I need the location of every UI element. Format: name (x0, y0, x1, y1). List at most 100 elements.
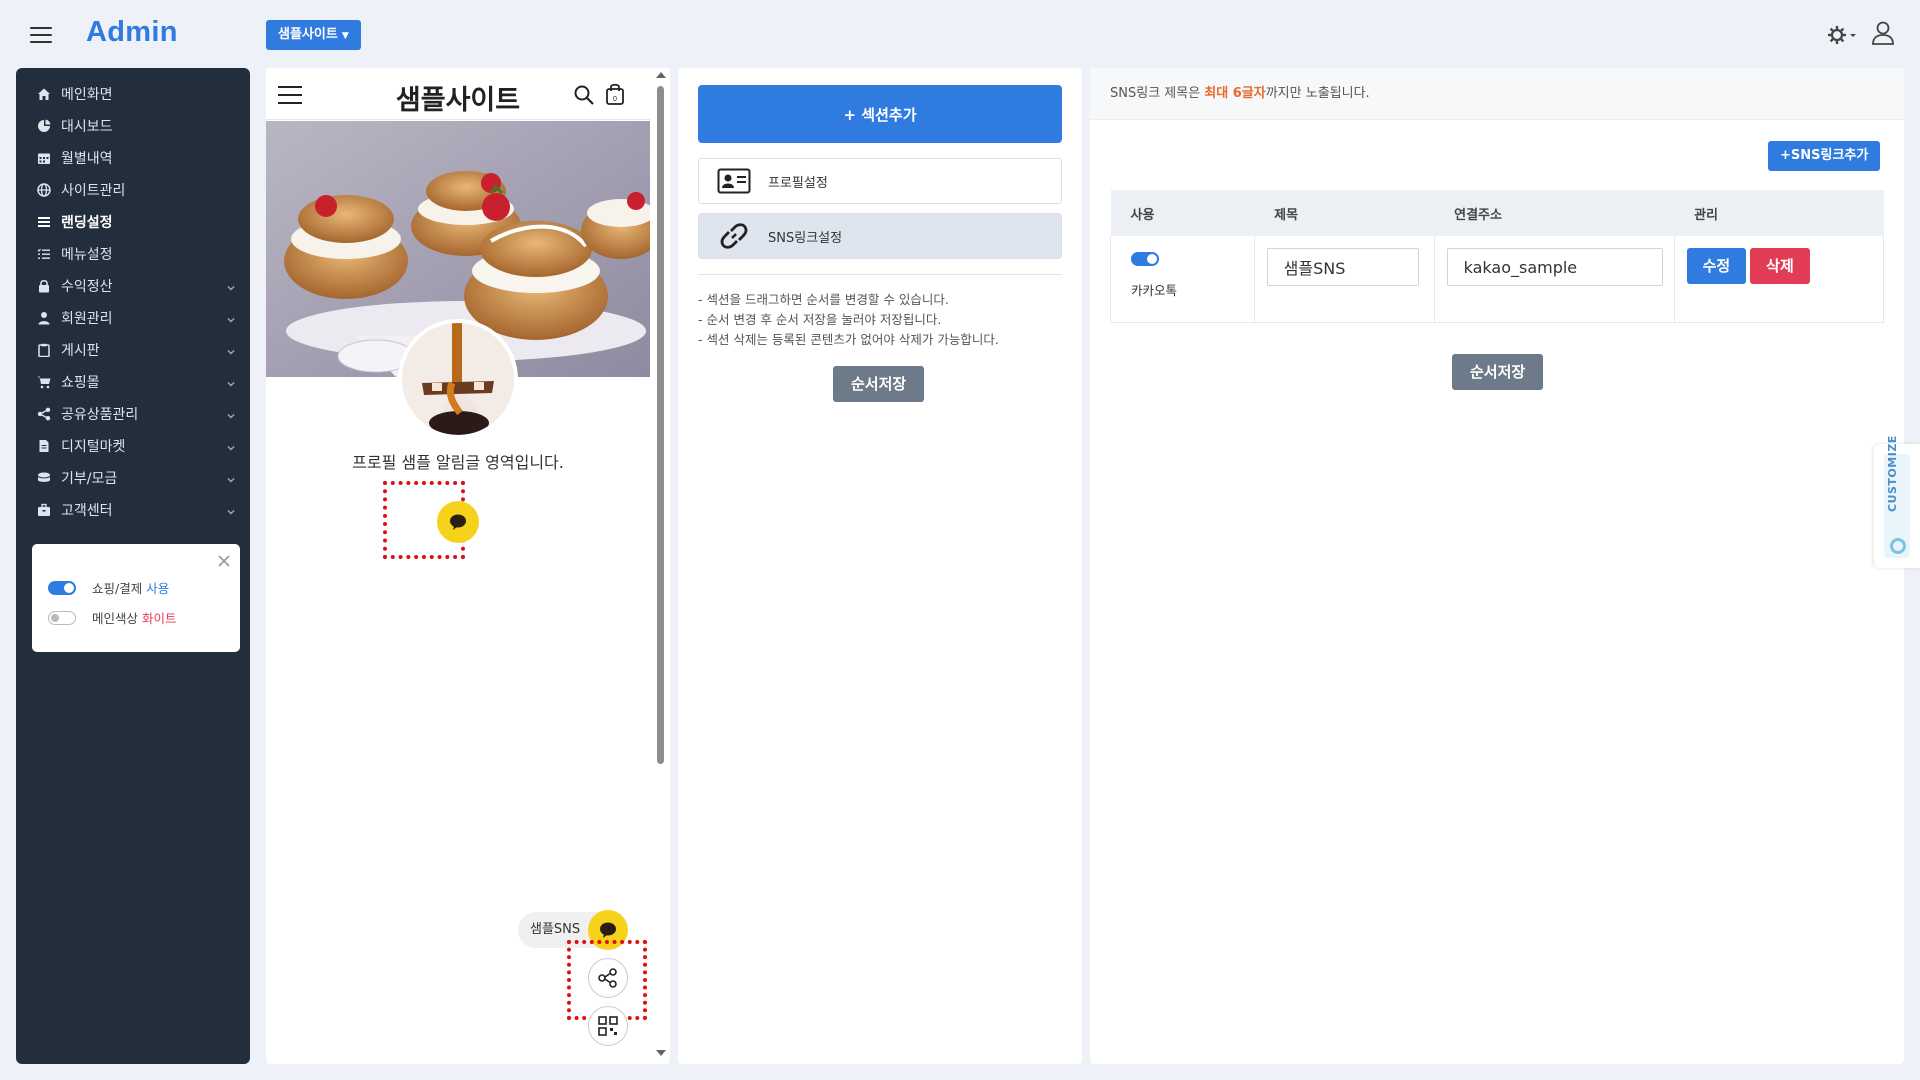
mobile-preview-panel[interactable]: 샘플사이트 0 프로필 샘플 알림글 영역입니다. 샘플SNS (266, 68, 670, 1064)
sidebar-item-12[interactable]: 디지털마켓 (16, 430, 250, 462)
main-color-toggle[interactable] (48, 610, 76, 625)
scroll-up-arrow-icon[interactable] (656, 72, 666, 78)
sidebar-item-label: 월별내역 (61, 151, 113, 167)
sidebar-item-11[interactable]: 공유상품관리 (16, 398, 250, 430)
sns-url-input[interactable] (1446, 248, 1663, 286)
theme-settings-gear-icon[interactable] (1826, 23, 1858, 47)
sidebar-item-label: 메인화면 (61, 87, 113, 103)
profile-description: 프로필 샘플 알림글 영역입니다. (352, 453, 564, 472)
table-header-row: 사용 제목 연결주소 관리 (1110, 190, 1884, 236)
sidebar-item-label: 대시보드 (61, 119, 113, 135)
section-help-notes: - 섹션을 드래그하면 순서를 변경할 수 있습니다. - 순서 변경 후 순서… (698, 290, 999, 350)
sidebar: 메인화면대시보드월별내역사이트관리랜딩설정메뉴설정수익정산회원관리게시판 쇼핑몰공… (16, 68, 250, 1064)
sidebar-item-label: 고객센터 (61, 503, 113, 519)
briefcase-icon (36, 502, 52, 518)
profile-avatar (398, 319, 518, 439)
sidebar-item-label: 회원관리 (61, 311, 113, 327)
sidebar-item-6[interactable]: 메뉴설정 (16, 238, 250, 270)
search-icon[interactable] (573, 84, 595, 106)
edit-button[interactable]: 수정 (1686, 248, 1747, 284)
chevron-down-icon (226, 281, 236, 291)
section-item-label: SNS링크설정 (768, 230, 843, 246)
sidebar-item-1[interactable]: 메인화면 (16, 78, 250, 110)
shopping-payment-label: 쇼핑/결제 (92, 581, 143, 596)
home-icon (36, 86, 52, 102)
help-note: - 섹션 삭제는 등록된 콘텐츠가 없어야 삭제가 가능합니다. (698, 332, 999, 347)
sidebar-item-4[interactable]: 사이트관리 (16, 174, 250, 206)
add-section-button[interactable]: + 섹션추가 (698, 85, 1062, 143)
chevron-down-icon (226, 313, 236, 323)
list-icon (36, 214, 52, 230)
sidebar-item-2[interactable]: 대시보드 (16, 110, 250, 142)
sidebar-item-label: 수익정산 (61, 279, 113, 295)
sidebar-item-10[interactable]: 쇼핑몰 (16, 366, 250, 398)
column-header-title: 제목 (1254, 190, 1435, 236)
pie-chart-icon (36, 118, 52, 134)
sidebar-item-7[interactable]: 수익정산 (16, 270, 250, 302)
save-sns-order-button[interactable]: 순서저장 (1452, 354, 1544, 390)
help-note: - 순서 변경 후 순서 저장을 눌러야 저장됩니다. (698, 312, 942, 327)
customize-circle-icon (1890, 538, 1906, 554)
sidebar-item-8[interactable]: 회원관리 (16, 302, 250, 334)
save-section-order-button[interactable]: 순서저장 (833, 366, 925, 402)
sidebar-item-13[interactable]: 기부/모금 (16, 462, 250, 494)
user-icon (36, 310, 52, 326)
sidebar-item-label: 메뉴설정 (61, 247, 113, 263)
use-cell: 카카오톡 (1110, 236, 1255, 323)
add-sns-link-button[interactable]: +SNS링크추가 (1768, 141, 1881, 171)
notice-text: 까지만 노출됩니다. (1265, 86, 1370, 101)
scroll-down-arrow-icon[interactable] (656, 1050, 666, 1056)
sidebar-item-14[interactable]: 고객센터 (16, 494, 250, 526)
divider (698, 274, 1062, 275)
qr-code-icon[interactable] (588, 1006, 628, 1046)
sns-title-input[interactable] (1266, 248, 1419, 286)
main-color-value: 화이트 (142, 611, 177, 626)
site-selector-label: 샘플사이트 (278, 27, 338, 42)
close-icon[interactable] (217, 553, 231, 567)
chevron-down-icon (226, 409, 236, 419)
app-brand[interactable]: Admin (86, 16, 178, 49)
customize-label: CUSTOMIZE (1886, 435, 1899, 512)
notice-highlight: 최대 6글자 (1204, 86, 1266, 101)
section-item-profile[interactable]: 프로필설정 (698, 158, 1062, 204)
chevron-down-icon (226, 377, 236, 387)
shopping-bag-icon[interactable]: 0 (605, 82, 625, 106)
column-header-manage: 관리 (1674, 190, 1884, 236)
list-check-icon (36, 246, 52, 262)
user-profile-icon[interactable] (1870, 20, 1896, 46)
sidebar-item-9[interactable]: 게시판 (16, 334, 250, 366)
site-selector-dropdown[interactable]: 샘플사이트 ▼ (266, 20, 361, 50)
sidebar-item-label: 기부/모금 (61, 471, 118, 487)
sidebar-item-label: 랜딩설정 (61, 215, 113, 231)
customize-tab[interactable]: CUSTOMIZE (1874, 435, 1920, 568)
sidebar-item-3[interactable]: 월별내역 (16, 142, 250, 174)
scrollbar-thumb[interactable] (657, 86, 664, 764)
link-icon (717, 223, 751, 249)
sns-enabled-toggle[interactable] (1131, 252, 1159, 266)
sidebar-item-5[interactable]: 랜딩설정 (16, 206, 250, 238)
chevron-down-icon (226, 505, 236, 515)
sidebar-item-label: 공유상품관리 (61, 407, 139, 423)
id-card-icon (717, 168, 751, 194)
sidebar-item-label: 디지털마켓 (61, 439, 126, 455)
preview-scrollbar[interactable] (652, 68, 670, 1064)
lock-icon (36, 278, 52, 294)
cart-icon (36, 374, 52, 390)
delete-button[interactable]: 삭제 (1750, 248, 1810, 284)
kakao-talk-icon[interactable] (437, 501, 479, 543)
top-bar: Admin 샘플사이트 ▼ (0, 0, 1920, 68)
section-item-sns-link[interactable]: SNS링크설정 (698, 213, 1062, 259)
column-header-use: 사용 (1110, 190, 1255, 236)
clipboard-icon (36, 342, 52, 358)
share-icon[interactable] (588, 958, 628, 998)
caret-down-icon: ▼ (341, 31, 349, 41)
table-row: 카카오톡 수정삭제 (1110, 236, 1885, 323)
shopping-payment-setting: 쇼핑/결제 사용 (48, 578, 169, 597)
sidebar-toggle-icon[interactable] (30, 27, 52, 43)
preview-header: 샘플사이트 0 (266, 68, 650, 120)
customize-tab-inner: CUSTOMIZE (1884, 435, 1910, 558)
shopping-payment-toggle[interactable] (48, 580, 76, 595)
section-list-panel: + 섹션추가 프로필설정 SNS링크설정 - 섹션을 드래그하면 순서를 변경할… (678, 68, 1082, 1064)
calendar-icon (36, 150, 52, 166)
section-item-label: 프로필설정 (768, 175, 828, 191)
